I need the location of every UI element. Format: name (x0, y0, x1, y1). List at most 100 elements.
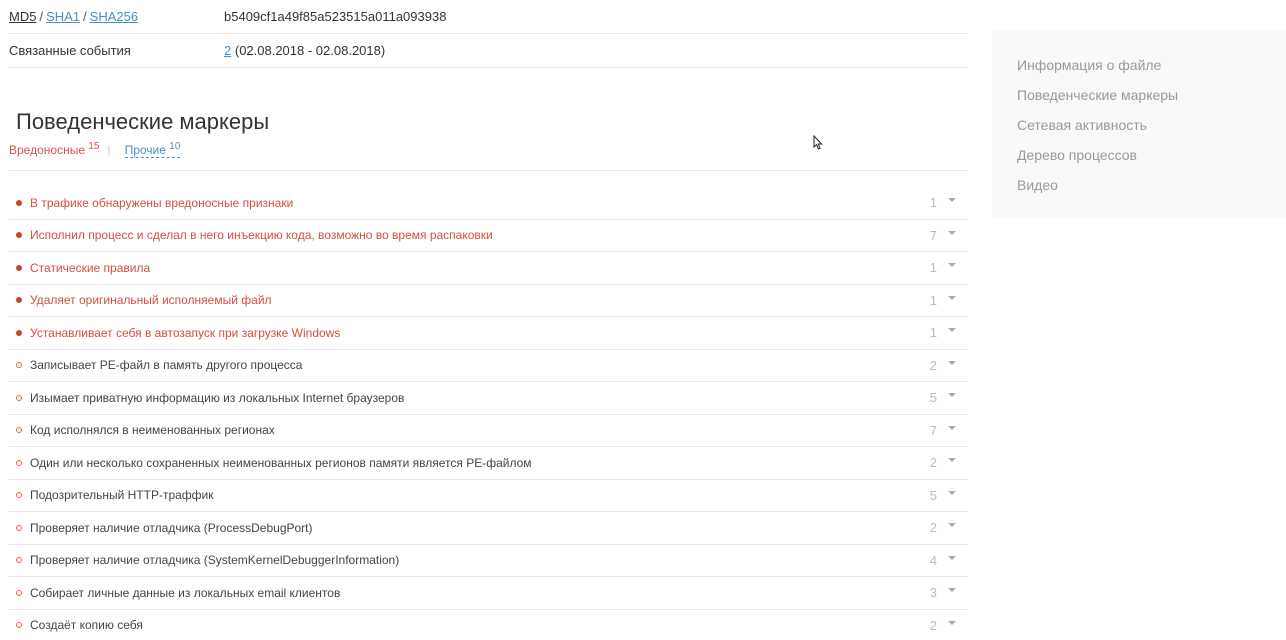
marker-text: Статические правила (30, 260, 151, 275)
chevron-down-icon[interactable] (948, 263, 956, 267)
dot-icon (16, 622, 22, 629)
main-content: MD5/SHA1/SHA256 b5409cf1a49f85a523515a01… (9, 0, 968, 640)
marker-row[interactable]: Статические правила 1 (9, 252, 968, 285)
related-events-label: Связанные события (9, 43, 131, 58)
hashes-label: MD5/SHA1/SHA256 (9, 9, 224, 24)
dot-icon (16, 524, 22, 531)
marker-count: 5 (929, 390, 937, 406)
marker-row[interactable]: Записывает PE-файл в память другого проц… (9, 350, 968, 382)
marker-count: 4 (929, 552, 937, 568)
marker-count: 1 (929, 325, 937, 341)
page-nav-sidebar: Информация о файле Поведенческие маркеры… (992, 30, 1286, 218)
marker-row[interactable]: Исполнил процесс и сделал в него инъекци… (9, 220, 968, 252)
marker-text: Подозрительный HTTP-траффик (30, 488, 214, 503)
hash-value: b5409cf1a49f85a523515a011a093938 (224, 9, 447, 24)
marker-row[interactable]: Создаёт копию себя 2 (9, 610, 968, 640)
chevron-down-icon[interactable] (948, 360, 956, 365)
filter-malicious-label: Вредоносные (9, 143, 85, 157)
md5-link[interactable]: MD5 (9, 9, 36, 24)
dot-icon (16, 264, 22, 271)
chevron-down-icon[interactable] (948, 425, 956, 430)
filter-other-tab[interactable]: Прочие 10 (124, 141, 181, 158)
marker-text: Изымает приватную информацию из локальны… (30, 390, 405, 405)
hash-separator: / (39, 9, 44, 24)
dot-icon (16, 329, 22, 336)
chevron-down-icon[interactable] (948, 198, 956, 202)
marker-row[interactable]: Код исполнялся в неименованных регионах 7 (9, 415, 968, 447)
related-events-value: 2 (02.08.2018 - 02.08.2018) (224, 43, 385, 58)
dot-icon (16, 557, 22, 564)
marker-text: Один или несколько сохраненных неименова… (30, 455, 532, 470)
marker-text: Проверяет наличие отладчика (ProcessDebu… (30, 520, 313, 535)
marker-count: 2 (929, 520, 937, 536)
marker-count: 2 (929, 617, 937, 633)
marker-row[interactable]: Собирает личные данные из локальных emai… (9, 577, 968, 610)
marker-row[interactable]: Проверяет наличие отладчика (SystemKerne… (9, 545, 968, 577)
marker-row[interactable]: В трафике обнаружены вредоносные признак… (9, 187, 968, 220)
marker-text: Собирает личные данные из локальных emai… (30, 585, 341, 600)
marker-text: В трафике обнаружены вредоносные признак… (30, 195, 294, 210)
marker-count: 1 (929, 260, 937, 276)
marker-count: 2 (929, 357, 937, 373)
marker-filters: Вредоносные 15 | Прочие 10 (9, 141, 968, 171)
chevron-down-icon[interactable] (948, 393, 956, 397)
chevron-down-icon[interactable] (948, 555, 956, 560)
sidebar-item-video[interactable]: Видео (1017, 174, 1286, 204)
sha256-link[interactable]: SHA256 (90, 9, 138, 24)
marker-row[interactable]: Проверяет наличие отладчика (ProcessDebu… (9, 512, 968, 545)
behavior-section-title: Поведенческие маркеры (16, 109, 270, 134)
filter-other-label: Прочие (124, 143, 166, 157)
marker-row[interactable]: Устанавливает себя в автозапуск при загр… (9, 317, 968, 350)
marker-row[interactable]: Удаляет оригинальный исполняемый файл 1 (9, 285, 968, 317)
marker-count: 1 (929, 195, 937, 211)
marker-text: Код исполнялся в неименованных регионах (30, 423, 275, 438)
dot-icon (16, 232, 22, 239)
dot-icon (16, 199, 22, 206)
marker-count: 5 (929, 487, 937, 503)
marker-text: Устанавливает себя в автозапуск при загр… (30, 325, 341, 340)
filter-other-count: 10 (169, 141, 181, 152)
marker-text: Исполнил процесс и сделал в него инъекци… (30, 228, 493, 243)
marker-text: Создаёт копию себя (30, 618, 143, 633)
sidebar-item-process-tree[interactable]: Дерево процессов (1017, 144, 1286, 174)
hashes-row: MD5/SHA1/SHA256 b5409cf1a49f85a523515a01… (9, 0, 968, 34)
mouse-pointer-icon (813, 135, 823, 150)
marker-count: 3 (929, 585, 937, 601)
dot-icon (16, 362, 22, 369)
marker-row[interactable]: Изымает приватную информацию из локальны… (9, 382, 968, 415)
sha1-link[interactable]: SHA1 (46, 9, 80, 24)
dot-icon (16, 492, 22, 499)
dot-icon (16, 589, 22, 596)
related-events-dates: (02.08.2018 - 02.08.2018) (234, 43, 386, 58)
related-events-row: Связанные события 2 (02.08.2018 - 02.08.… (9, 34, 968, 68)
dot-icon (16, 394, 22, 401)
sidebar-item-network-activity[interactable]: Сетевая активность (1017, 114, 1286, 144)
marker-text: Удаляет оригинальный исполняемый файл (30, 293, 272, 308)
dot-icon (16, 459, 22, 466)
marker-count: 1 (929, 292, 937, 308)
marker-row[interactable]: Подозрительный HTTP-траффик 5 (9, 480, 968, 512)
related-events-count-link[interactable]: 2 (224, 43, 231, 58)
markers-list: В трафике обнаружены вредоносные признак… (9, 187, 968, 640)
chevron-down-icon[interactable] (948, 490, 956, 495)
chevron-down-icon[interactable] (948, 328, 956, 332)
chevron-down-icon[interactable] (948, 620, 956, 625)
chevron-down-icon[interactable] (948, 458, 956, 462)
chevron-down-icon[interactable] (948, 230, 956, 235)
chevron-down-icon[interactable] (948, 523, 956, 527)
filter-divider: | (107, 143, 111, 157)
hash-separator: / (83, 9, 87, 24)
dot-icon (16, 427, 22, 434)
marker-count: 7 (929, 227, 937, 243)
chevron-down-icon[interactable] (948, 588, 956, 592)
marker-text: Записывает PE-файл в память другого проц… (30, 358, 303, 373)
chevron-down-icon[interactable] (948, 295, 956, 300)
filter-malicious-tab[interactable]: Вредоносные 15 (9, 141, 100, 158)
marker-text: Проверяет наличие отладчика (SystemKerne… (30, 553, 400, 568)
marker-row[interactable]: Один или несколько сохраненных неименова… (9, 447, 968, 480)
marker-count: 7 (929, 422, 937, 438)
filter-malicious-count: 15 (88, 141, 100, 152)
sidebar-item-file-info[interactable]: Информация о файле (1017, 54, 1286, 84)
marker-count: 2 (929, 455, 937, 471)
sidebar-item-behavior-markers[interactable]: Поведенческие маркеры (1017, 84, 1286, 114)
